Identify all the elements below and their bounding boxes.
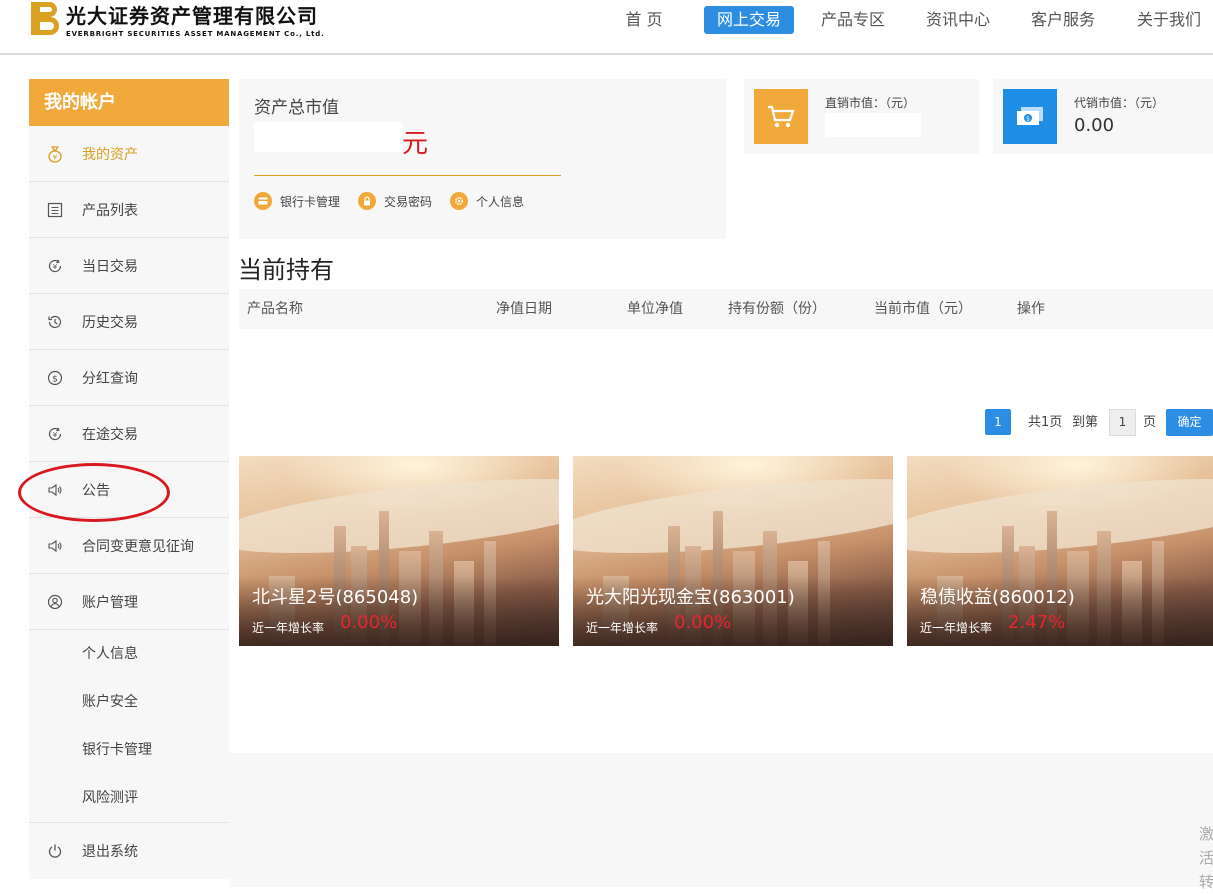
nav-news[interactable]: 资讯中心 [915,6,1001,34]
sidebar-item-my-assets[interactable]: ¥ 我的资产 [29,126,229,182]
product-card[interactable]: 光大阳光现金宝(863001) 近一年增长率 0.00% [573,456,893,646]
sidebar-subitem-risk-assessment[interactable]: 风险测评 [29,774,229,822]
speaker-icon [46,537,64,555]
personal-info-link-label: 个人信息 [476,194,525,209]
total-assets-value [254,122,402,152]
agency-sales-value: 0.00 [1074,115,1115,136]
asset-quick-links: 银行卡管理 交易密码 个人信息 [254,192,542,210]
top-header: 光大证券资产管理有限公司 EVERBRIGHT SECURITIES ASSET… [0,0,1213,55]
bank-card-link[interactable]: 银行卡管理 [254,192,340,210]
sidebar-item-product-list[interactable]: 产品列表 [29,182,229,238]
sidebar-item-label: 合同变更意见征询 [82,538,194,555]
page-suffix: 页 [1143,415,1157,430]
trade-password-link-label: 交易密码 [384,194,433,209]
bank-card-link-label: 银行卡管理 [280,194,341,209]
direct-sales-value [825,113,921,137]
direct-sales-label: 直销市值：（元） [825,96,916,110]
pagination: 1 共1页 到第 1 页 确定 [0,409,1213,436]
col-market-value: 当前市值（元） [874,301,972,317]
col-nav-date: 净值日期 [496,301,552,317]
col-unit-nav: 单位净值 [627,301,683,317]
sidebar-item-label: 历史交易 [82,314,138,331]
sidebar-item-label: 当日交易 [82,258,138,275]
nav-about-us[interactable]: 关于我们 [1126,6,1212,34]
sidebar-item-label: 我的资产 [82,146,138,163]
total-assets-title: 资产总市值 [254,98,339,118]
product-card[interactable]: 稳债收益(860012) 近一年增长率 2.47% [907,456,1213,646]
page-number-current[interactable]: 1 [985,409,1011,435]
col-product-name: 产品名称 [247,301,303,317]
main-nav: 首 页 网上交易 产品专区 资讯中心 客户服务 关于我们 [0,6,1213,34]
history-icon [46,313,64,331]
cash-icon: $ [1003,89,1057,144]
product-rate-label: 近一年增长率 [586,621,659,635]
agency-sales-card: $ 代销市值：（元） 0.00 [993,79,1213,154]
product-rate: 2.47% [1008,612,1066,633]
total-assets-unit: 元 [402,129,429,159]
page-total: 共1页 [1028,415,1063,430]
sidebar-item-account-management[interactable]: 账户管理 [29,574,229,630]
product-rate-label: 近一年增长率 [252,621,325,635]
svg-text:¥: ¥ [53,263,58,271]
card-icon [254,192,272,210]
product-name: 北斗星2号(865048) [252,587,419,608]
nav-customer-service[interactable]: 客户服务 [1020,6,1106,34]
product-rate-label: 近一年增长率 [920,621,993,635]
product-name: 光大阳光现金宝(863001) [586,587,795,608]
nav-home[interactable]: 首 页 [612,6,676,34]
lock-icon [358,192,377,210]
trade-password-link[interactable]: 交易密码 [358,192,432,210]
page-goto-input[interactable]: 1 [1109,409,1136,436]
sidebar-subitem-account-security[interactable]: 账户安全 [29,678,229,726]
sidebar-title: 我的帐户 [29,79,229,126]
sidebar-item-label: 产品列表 [82,202,138,219]
svg-text:$: $ [52,374,58,384]
col-actions: 操作 [1017,301,1045,317]
holdings-table-header: 产品名称 净值日期 单位净值 持有份额（份） 当前市值（元） 操作 [239,289,1213,329]
sidebar-subitem-bank-card[interactable]: 银行卡管理 [29,726,229,774]
cart-icon [754,89,808,144]
total-assets-panel: 资产总市值 元 银行卡管理 交易密码 个人信息 [239,79,726,239]
dollar-circle-icon: $ [46,369,64,387]
product-name: 稳债收益(860012) [920,587,1075,608]
sidebar-subitem-personal-info[interactable]: 个人信息 [29,630,229,678]
nav-products[interactable]: 产品专区 [810,6,896,34]
personal-info-link[interactable]: 个人信息 [450,192,524,210]
svg-text:¥: ¥ [53,153,58,161]
product-card[interactable]: 北斗星2号(865048) 近一年增长率 0.00% [239,456,559,646]
gear-icon [450,192,469,210]
svg-text:$: $ [1026,115,1030,122]
sidebar-item-label: 账户管理 [82,595,138,611]
list-icon [46,201,64,219]
sidebar-item-label: 分红查询 [82,370,138,387]
sidebar-item-contract-change[interactable]: 合同变更意见征询 [29,518,229,574]
direct-sales-card: 直销市值：（元） [744,79,979,154]
page-goto-label: 到第 [1072,415,1099,430]
divider [254,175,561,176]
nav-online-trading[interactable]: 网上交易 [704,6,794,34]
product-rate: 0.00% [674,612,732,633]
sidebar-item-dividend-query[interactable]: $ 分红查询 [29,350,229,406]
sidebar-item-label: 退出系统 [82,844,138,860]
product-rate: 0.00% [340,612,398,633]
footer-band [229,753,1213,887]
windows-activation-watermark: 激活转 [1199,825,1213,891]
agency-sales-label: 代销市值：（元） [1074,96,1165,110]
power-icon [46,842,64,860]
col-shares: 持有份额（份） [728,301,826,317]
yuan-refresh-icon: ¥ [46,257,64,275]
sidebar-item-history-trades[interactable]: 历史交易 [29,294,229,350]
sidebar-item-logout[interactable]: 退出系统 [29,823,229,879]
moneybag-icon: ¥ [46,145,64,163]
holdings-title: 当前持有 [238,256,334,284]
page-confirm-button[interactable]: 确定 [1166,409,1213,436]
sidebar-item-today-trades[interactable]: ¥ 当日交易 [29,238,229,294]
user-circle-icon [46,593,64,611]
annotation-circle [18,463,170,522]
